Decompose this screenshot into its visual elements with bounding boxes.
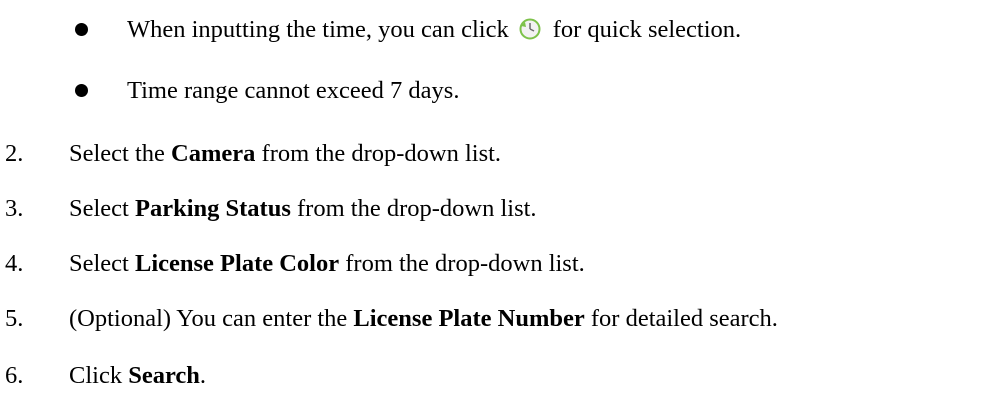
step-text-post: for detailed search. (584, 305, 778, 332)
note-text-before-icon: When inputting the time, you can click (127, 16, 509, 43)
step-text-pre: (Optional) You can enter the (69, 305, 354, 332)
step-text-pre: Select the (69, 140, 172, 167)
step-text-bold: License Plate Number (353, 305, 585, 332)
step-text-post: . (199, 362, 207, 389)
step-number: 2. (5, 140, 24, 167)
step-number: 4. (5, 250, 24, 277)
step-text: Click Search. (69, 356, 206, 396)
step-number: 3. (5, 195, 24, 222)
step-text-bold: Parking Status (135, 195, 291, 222)
step-number: 5. (5, 305, 24, 332)
step-text-bold: Camera (171, 140, 256, 167)
note-text: When inputting the time, you can click f… (127, 10, 741, 50)
bullet-dot (75, 84, 88, 97)
step-number: 6. (5, 362, 24, 389)
step-text: Select License Plate Color from the drop… (69, 244, 585, 284)
time-picker-icon (519, 18, 541, 40)
note-text-after-icon: for quick selection. (552, 16, 742, 43)
step-text-post: from the drop-down list. (339, 250, 585, 277)
step-text-post: from the drop-down list. (255, 140, 502, 167)
step-text-bold: License Plate Color (135, 250, 340, 277)
note-text: Time range cannot exceed 7 days. (127, 77, 460, 104)
bullet-dot (75, 23, 88, 36)
step-text-bold: Search (128, 362, 200, 389)
step-text: (Optional) You can enter the License Pla… (69, 299, 778, 339)
step-text-pre: Select (69, 195, 135, 222)
step-text: Select Parking Status from the drop-down… (69, 189, 537, 229)
step-text-pre: Select (69, 250, 135, 277)
step-text-post: from the drop-down list. (290, 195, 537, 222)
step-text-pre: Click (69, 362, 129, 389)
step-text: Select the Camera from the drop-down lis… (69, 134, 501, 174)
